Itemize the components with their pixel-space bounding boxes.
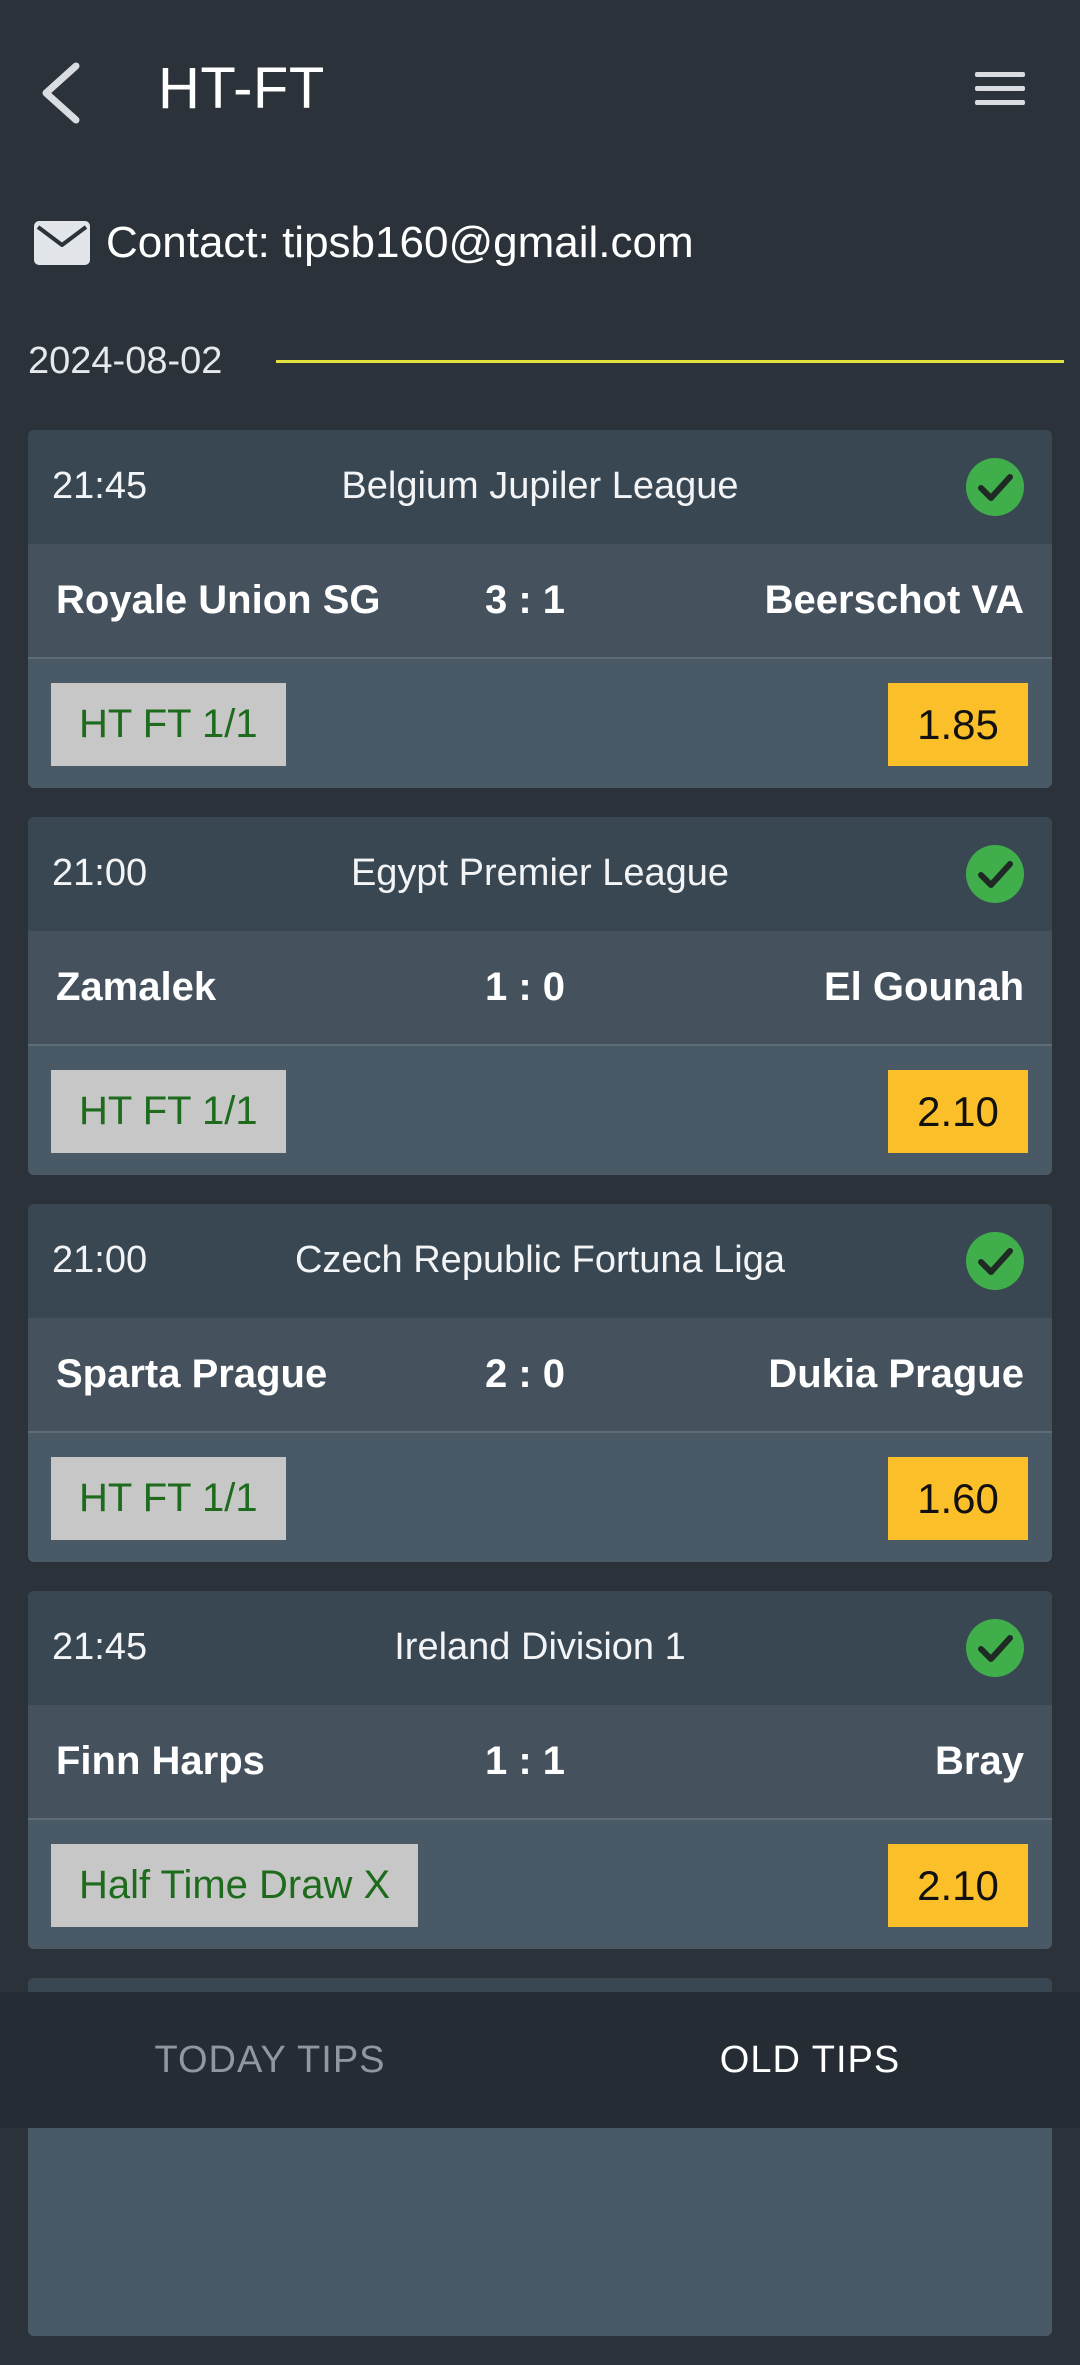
check-circle-icon <box>966 1619 1024 1677</box>
match-card[interactable]: 21:00 Czech Republic Fortuna Liga Sparta… <box>28 1204 1052 1562</box>
away-team: Beerschot VA <box>764 578 1024 622</box>
tip-row: HT FT 1/1 2.10 <box>28 1046 1052 1175</box>
match-card[interactable]: 21:45 Belgium Jupiler League Royale Unio… <box>28 430 1052 788</box>
mail-icon <box>34 221 90 265</box>
odds-badge: 2.10 <box>888 1844 1028 1927</box>
match-teams: Royale Union SG 3 : 1 Beerschot VA <box>28 544 1052 659</box>
top-app-bar: HT-FT <box>0 0 1080 180</box>
match-header: 21:00 Egypt Premier League <box>28 817 1052 931</box>
date-separator: 2024-08-02 <box>28 336 1064 390</box>
date-label: 2024-08-02 <box>28 340 223 382</box>
tip-badge[interactable]: HT FT 1/1 <box>51 1070 286 1153</box>
odds-badge: 1.60 <box>888 1457 1028 1540</box>
league-name: Egypt Premier League <box>350 852 730 894</box>
tip-badge[interactable]: Half Time Draw X <box>51 1844 419 1927</box>
odds-badge: 1.85 <box>888 683 1028 766</box>
match-teams: Sparta Prague 2 : 0 Dukia Prague <box>28 1318 1052 1433</box>
check-circle-icon <box>966 845 1024 903</box>
date-divider-line <box>276 360 1064 363</box>
league-name: Belgium Jupiler League <box>341 465 739 507</box>
league-name: Ireland Division 1 <box>394 1626 686 1668</box>
tip-row: Half Time Draw X 2.10 <box>28 1820 1052 1949</box>
tab-old-tips[interactable]: OLD TIPS <box>540 1992 1080 2128</box>
tab-today-tips[interactable]: TODAY TIPS <box>0 1992 540 2128</box>
odds-badge: 2.10 <box>888 1070 1028 1153</box>
page-title: HT-FT <box>158 56 325 121</box>
match-score: 1 : 1 <box>484 1739 566 1783</box>
match-header: 21:45 Ireland Division 1 <box>28 1591 1052 1705</box>
tip-row: HT FT 1/1 1.85 <box>28 659 1052 788</box>
match-card[interactable]: 21:45 Ireland Division 1 Finn Harps 1 : … <box>28 1591 1052 1949</box>
match-teams: Zamalek 1 : 0 El Gounah <box>28 931 1052 1046</box>
chevron-left-icon <box>42 62 80 124</box>
away-team: Dukia Prague <box>768 1352 1024 1396</box>
check-circle-icon <box>966 1232 1024 1290</box>
league-name: Czech Republic Fortuna Liga <box>294 1239 786 1281</box>
match-card[interactable]: 21:00 Egypt Premier League Zamalek 1 : 0… <box>28 817 1052 1175</box>
tip-badge[interactable]: HT FT 1/1 <box>51 1457 286 1540</box>
match-header: 21:45 Belgium Jupiler League <box>28 430 1052 544</box>
back-button[interactable] <box>34 58 94 128</box>
contact-row[interactable]: Contact: tipsb160@gmail.com <box>32 212 694 274</box>
tip-badge[interactable]: HT FT 1/1 <box>51 683 286 766</box>
menu-button[interactable] <box>970 64 1030 114</box>
contact-email: Contact: tipsb160@gmail.com <box>106 218 694 267</box>
away-team: El Gounah <box>824 965 1024 1009</box>
tip-row: HT FT 1/1 1.60 <box>28 1433 1052 1562</box>
check-circle-icon <box>966 458 1024 516</box>
bottom-navigation: TODAY TIPS OLD TIPS <box>0 1992 1080 2128</box>
hamburger-menu-icon <box>975 72 1025 105</box>
match-teams: Finn Harps 1 : 1 Bray <box>28 1705 1052 1820</box>
match-header: 21:00 Czech Republic Fortuna Liga <box>28 1204 1052 1318</box>
away-team: Bray <box>935 1739 1024 1783</box>
